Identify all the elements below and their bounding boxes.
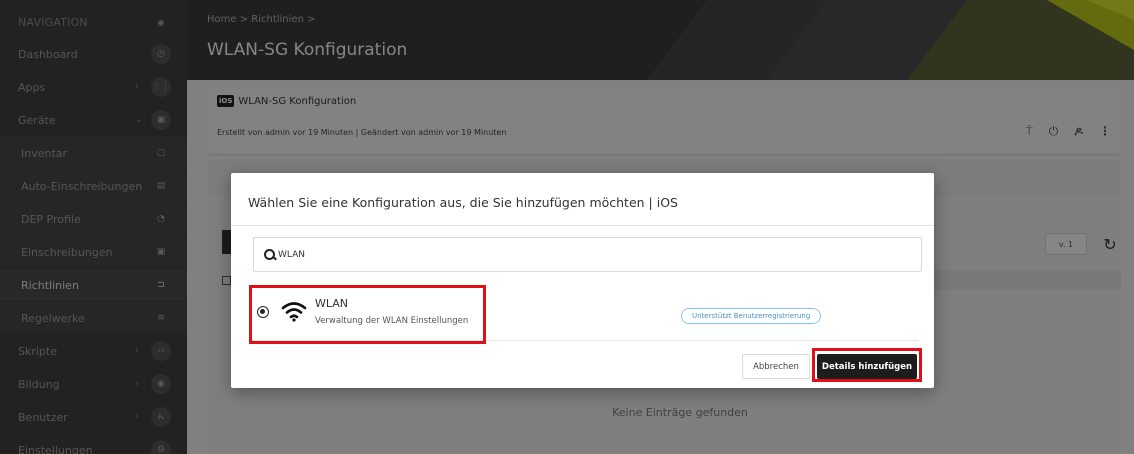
option-description: Verwaltung der WLAN Einstellungen bbox=[315, 316, 469, 326]
add-configuration-dialog: Wählen Sie eine Konfiguration aus, die S… bbox=[231, 173, 934, 388]
search-box[interactable] bbox=[253, 237, 922, 272]
cancel-button[interactable]: Abbrechen bbox=[742, 354, 810, 379]
dialog-title: Wählen Sie eine Konfiguration aus, die S… bbox=[248, 195, 678, 210]
user-enrollment-badge: Unterstützt Benutzerregistrierung bbox=[681, 308, 822, 324]
configuration-option-wlan[interactable]: WLAN Verwaltung der WLAN Einstellungen U… bbox=[248, 284, 918, 341]
dialog-divider bbox=[231, 225, 934, 226]
option-title: WLAN bbox=[315, 297, 349, 310]
add-details-button[interactable]: Details hinzufügen bbox=[817, 354, 917, 379]
wifi-icon bbox=[281, 302, 307, 322]
search-icon bbox=[264, 248, 276, 261]
search-input[interactable] bbox=[278, 249, 878, 260]
radio-selected[interactable] bbox=[257, 306, 269, 318]
